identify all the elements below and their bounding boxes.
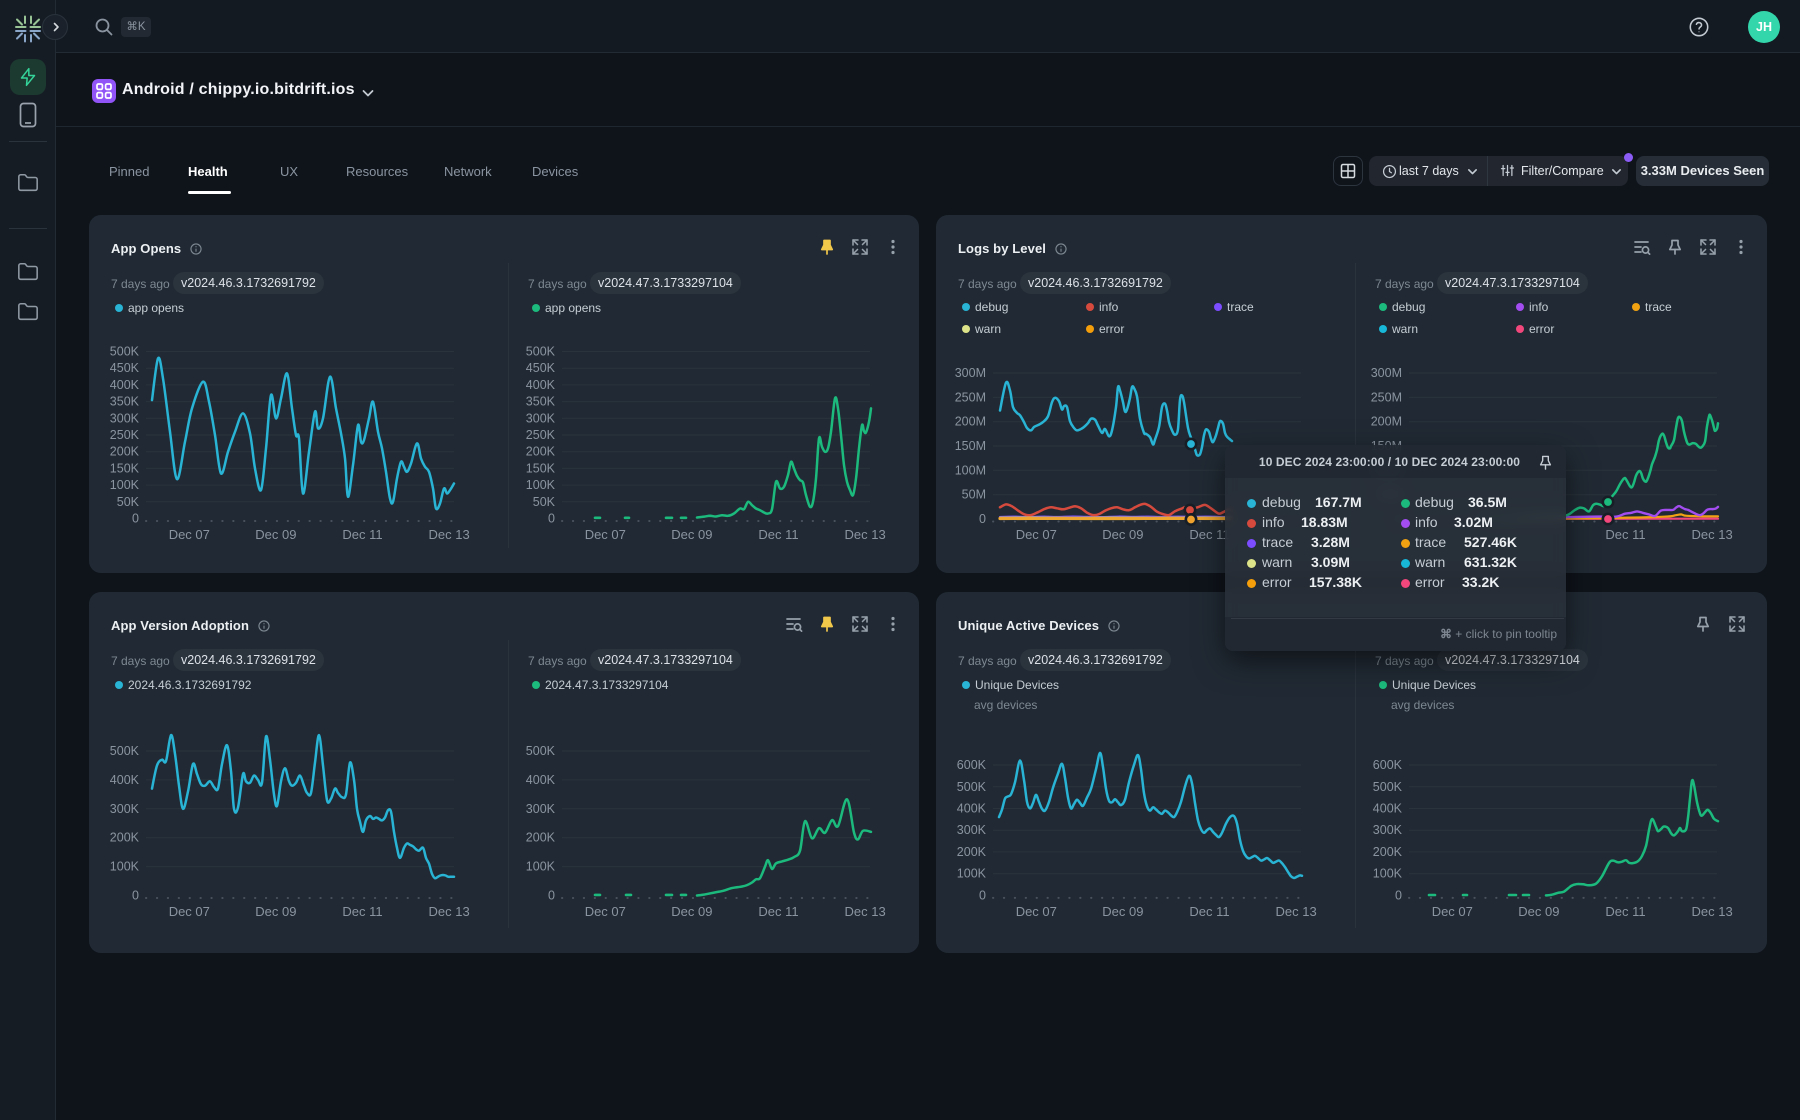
svg-text:400K: 400K (110, 378, 140, 392)
svg-text:300M: 300M (955, 366, 986, 380)
svg-text:250M: 250M (955, 390, 986, 404)
svg-text:50K: 50K (533, 495, 556, 509)
svg-text:Dec 09: Dec 09 (255, 527, 296, 542)
svg-text:400K: 400K (1373, 802, 1403, 816)
svg-text:250M: 250M (1371, 390, 1402, 404)
svg-text:450K: 450K (110, 361, 140, 375)
svg-text:Dec 09: Dec 09 (1518, 904, 1559, 919)
svg-text:0: 0 (132, 889, 139, 903)
svg-text:300K: 300K (526, 411, 556, 425)
svg-text:500K: 500K (957, 780, 987, 794)
svg-text:250K: 250K (526, 428, 556, 442)
svg-text:200K: 200K (1373, 845, 1403, 859)
svg-text:Dec 11: Dec 11 (758, 527, 798, 542)
svg-text:500K: 500K (110, 345, 140, 359)
svg-text:0: 0 (979, 888, 986, 902)
svg-text:0: 0 (979, 512, 986, 526)
svg-text:200K: 200K (110, 831, 140, 845)
svg-text:Dec 11: Dec 11 (1189, 904, 1229, 919)
svg-text:250K: 250K (110, 428, 140, 442)
svg-text:200K: 200K (526, 831, 556, 845)
svg-text:300K: 300K (957, 823, 987, 837)
svg-text:Dec 07: Dec 07 (585, 904, 626, 919)
svg-text:0: 0 (548, 512, 555, 526)
svg-text:100K: 100K (110, 478, 140, 492)
svg-text:300M: 300M (1371, 366, 1402, 380)
svg-text:300K: 300K (110, 411, 140, 425)
svg-text:Dec 09: Dec 09 (1102, 904, 1143, 919)
svg-text:Dec 13: Dec 13 (1691, 527, 1732, 542)
svg-text:100K: 100K (110, 860, 140, 874)
svg-text:350K: 350K (526, 395, 556, 409)
svg-text:Dec 07: Dec 07 (585, 527, 626, 542)
svg-text:Dec 07: Dec 07 (1016, 904, 1057, 919)
svg-text:600K: 600K (1373, 758, 1403, 772)
svg-text:600K: 600K (957, 758, 987, 772)
svg-text:Dec 13: Dec 13 (428, 904, 469, 919)
svg-text:400K: 400K (957, 802, 987, 816)
svg-text:Dec 09: Dec 09 (255, 904, 296, 919)
svg-text:Dec 13: Dec 13 (1691, 904, 1732, 919)
svg-text:Dec 07: Dec 07 (1016, 527, 1057, 542)
svg-text:400K: 400K (526, 378, 556, 392)
svg-text:Dec 11: Dec 11 (1605, 904, 1645, 919)
svg-text:200M: 200M (1371, 415, 1402, 429)
svg-text:350K: 350K (110, 395, 140, 409)
svg-text:Dec 11: Dec 11 (758, 904, 798, 919)
svg-text:300K: 300K (526, 802, 556, 816)
svg-text:Dec 09: Dec 09 (671, 904, 712, 919)
svg-text:400K: 400K (110, 773, 140, 787)
svg-text:0: 0 (548, 889, 555, 903)
svg-text:500K: 500K (110, 744, 140, 758)
svg-text:500K: 500K (1373, 780, 1403, 794)
svg-text:500K: 500K (526, 345, 556, 359)
svg-text:Dec 07: Dec 07 (1432, 904, 1473, 919)
svg-text:Dec 11: Dec 11 (342, 904, 382, 919)
svg-text:Dec 11: Dec 11 (1189, 527, 1229, 542)
svg-text:100K: 100K (526, 860, 556, 874)
svg-text:Dec 13: Dec 13 (428, 527, 469, 542)
svg-text:Dec 07: Dec 07 (169, 527, 210, 542)
svg-text:50M: 50M (962, 488, 986, 502)
svg-text:300K: 300K (1373, 823, 1403, 837)
svg-text:Dec 07: Dec 07 (169, 904, 210, 919)
svg-text:0: 0 (132, 512, 139, 526)
svg-text:50K: 50K (117, 495, 140, 509)
svg-text:150M: 150M (955, 439, 986, 453)
svg-text:Dec 13: Dec 13 (1275, 904, 1316, 919)
svg-text:500K: 500K (526, 744, 556, 758)
svg-text:Dec 11: Dec 11 (342, 527, 382, 542)
svg-text:100K: 100K (526, 478, 556, 492)
svg-text:100K: 100K (957, 867, 987, 881)
svg-text:200K: 200K (110, 445, 140, 459)
svg-text:100K: 100K (1373, 867, 1403, 881)
svg-text:300K: 300K (110, 802, 140, 816)
svg-text:450K: 450K (526, 361, 556, 375)
svg-text:100M: 100M (955, 463, 986, 477)
svg-text:150K: 150K (110, 461, 140, 475)
svg-text:0: 0 (1395, 888, 1402, 902)
svg-text:Dec 09: Dec 09 (1102, 527, 1143, 542)
svg-text:Dec 13: Dec 13 (844, 527, 885, 542)
svg-text:200K: 200K (526, 445, 556, 459)
svg-text:200M: 200M (955, 415, 986, 429)
svg-text:Dec 09: Dec 09 (671, 527, 712, 542)
svg-text:400K: 400K (526, 773, 556, 787)
svg-text:150K: 150K (526, 461, 556, 475)
svg-text:Dec 13: Dec 13 (844, 904, 885, 919)
svg-text:200K: 200K (957, 845, 987, 859)
svg-text:Dec 11: Dec 11 (1605, 527, 1645, 542)
